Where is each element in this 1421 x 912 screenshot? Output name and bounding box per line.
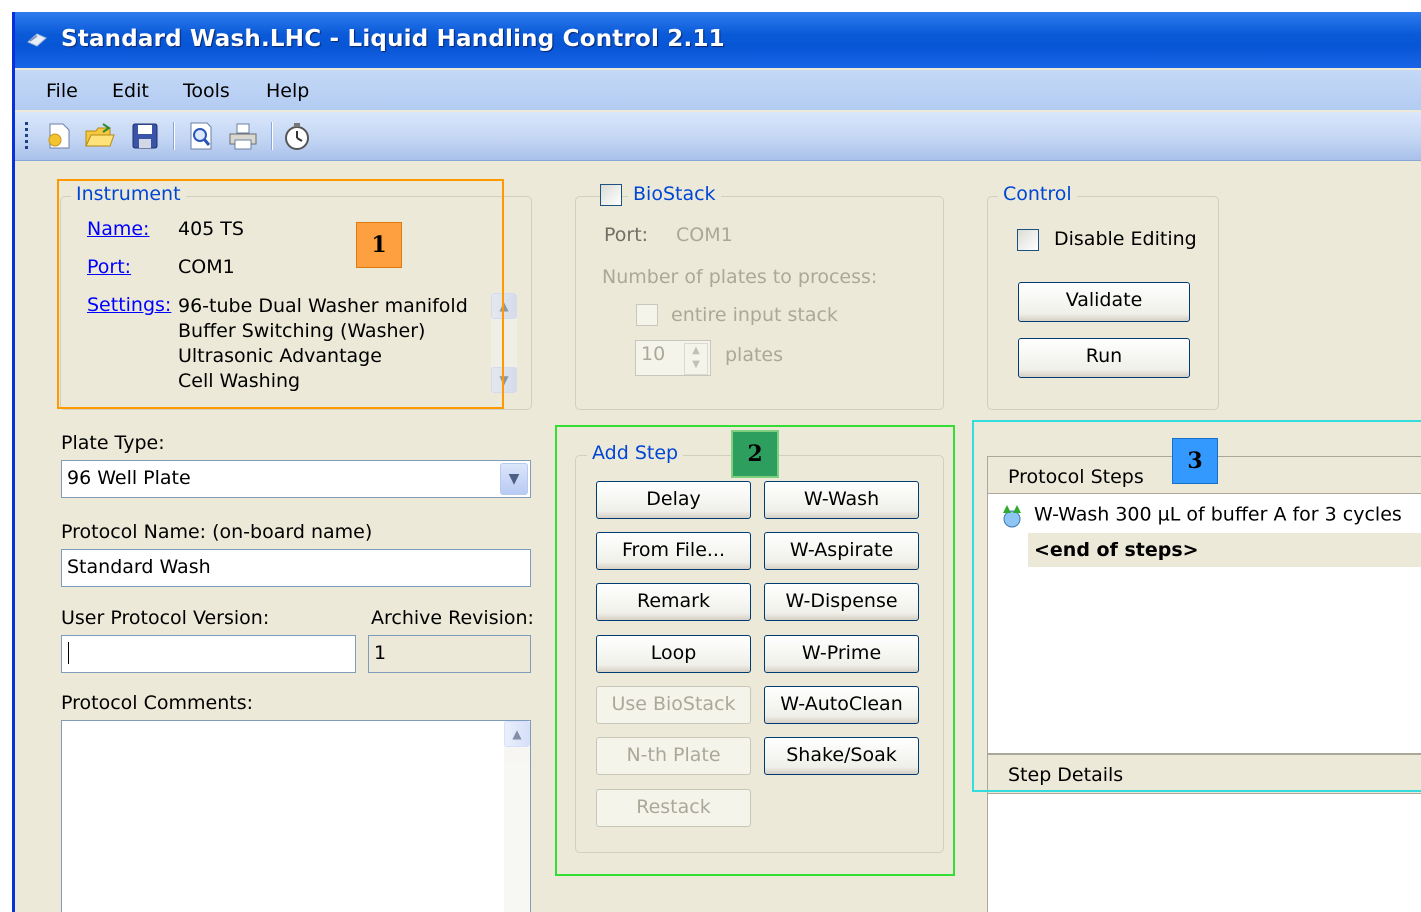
- title-bar[interactable]: Standard Wash.LHC - Liquid Handling Cont…: [15, 12, 1421, 68]
- disable-editing-label: Disable Editing: [1054, 228, 1197, 250]
- spinner-arrows-icon[interactable]: ▲ ▼: [684, 343, 708, 375]
- menu-bar: File Edit Tools Help: [15, 70, 1421, 110]
- toolbar-grip[interactable]: [25, 122, 28, 150]
- validate-button[interactable]: Validate: [1018, 282, 1190, 322]
- plates-spinner-value: 10: [641, 343, 666, 365]
- entire-stack-label: entire input stack: [671, 304, 838, 326]
- app-icon: [27, 33, 47, 47]
- plates-unit-label: plates: [725, 344, 784, 366]
- annotation-box-2: [555, 425, 955, 876]
- user-version-label: User Protocol Version:: [61, 607, 270, 629]
- disable-editing-checkbox[interactable]: [1017, 229, 1039, 251]
- chevron-down-icon[interactable]: ▼: [500, 463, 528, 495]
- application-window: Standard Wash.LHC - Liquid Handling Cont…: [12, 12, 1421, 912]
- plate-type-value: 96 Well Plate: [67, 467, 191, 489]
- menu-tools[interactable]: Tools: [183, 80, 230, 102]
- text-caret: ​: [68, 642, 69, 664]
- print-preview-icon[interactable]: [185, 120, 217, 152]
- toolbar-separator: [271, 122, 273, 150]
- biostack-legend: BioStack: [628, 183, 721, 205]
- menu-edit[interactable]: Edit: [112, 80, 149, 102]
- plate-type-label: Plate Type:: [61, 432, 165, 454]
- user-version-input[interactable]: ​: [61, 635, 356, 673]
- annotation-box-1: [57, 179, 504, 409]
- menu-help[interactable]: Help: [266, 80, 309, 102]
- protocol-comments-textarea[interactable]: ▲: [61, 720, 531, 912]
- protocol-name-input[interactable]: Standard Wash: [61, 549, 531, 587]
- archive-revision-field: 1: [368, 635, 531, 673]
- entire-stack-checkbox[interactable]: [636, 304, 658, 326]
- toolbar-separator: [173, 122, 175, 150]
- run-button[interactable]: Run: [1018, 338, 1190, 378]
- annotation-badge-2: 2: [731, 430, 779, 478]
- annotation-badge-1: 1: [356, 222, 402, 268]
- toolbar: [15, 112, 1421, 161]
- biostack-checkbox[interactable]: [600, 184, 622, 206]
- save-icon[interactable]: [129, 120, 161, 152]
- biostack-port-label: Port:: [604, 224, 649, 246]
- control-legend: Control: [998, 183, 1077, 205]
- scroll-up-icon[interactable]: ▲: [504, 721, 530, 747]
- comments-scrollbar[interactable]: ▲: [504, 721, 530, 912]
- timer-icon[interactable]: [281, 120, 313, 152]
- print-icon[interactable]: [227, 120, 259, 152]
- annotation-badge-3: 3: [1172, 438, 1218, 484]
- plates-spinner[interactable]: 10 ▲ ▼: [635, 340, 711, 376]
- protocol-name-label: Protocol Name: (on-board name): [61, 521, 373, 543]
- biostack-port-value: COM1: [676, 224, 733, 246]
- archive-revision-label: Archive Revision:: [371, 607, 534, 629]
- open-folder-icon[interactable]: [83, 120, 115, 152]
- plate-type-select[interactable]: 96 Well Plate ▼: [61, 460, 531, 498]
- new-file-icon[interactable]: [43, 120, 75, 152]
- window-title: Standard Wash.LHC - Liquid Handling Cont…: [61, 26, 725, 52]
- menu-file[interactable]: File: [46, 80, 78, 102]
- protocol-comments-label: Protocol Comments:: [61, 692, 253, 714]
- plates-to-process-label: Number of plates to process:: [602, 266, 878, 288]
